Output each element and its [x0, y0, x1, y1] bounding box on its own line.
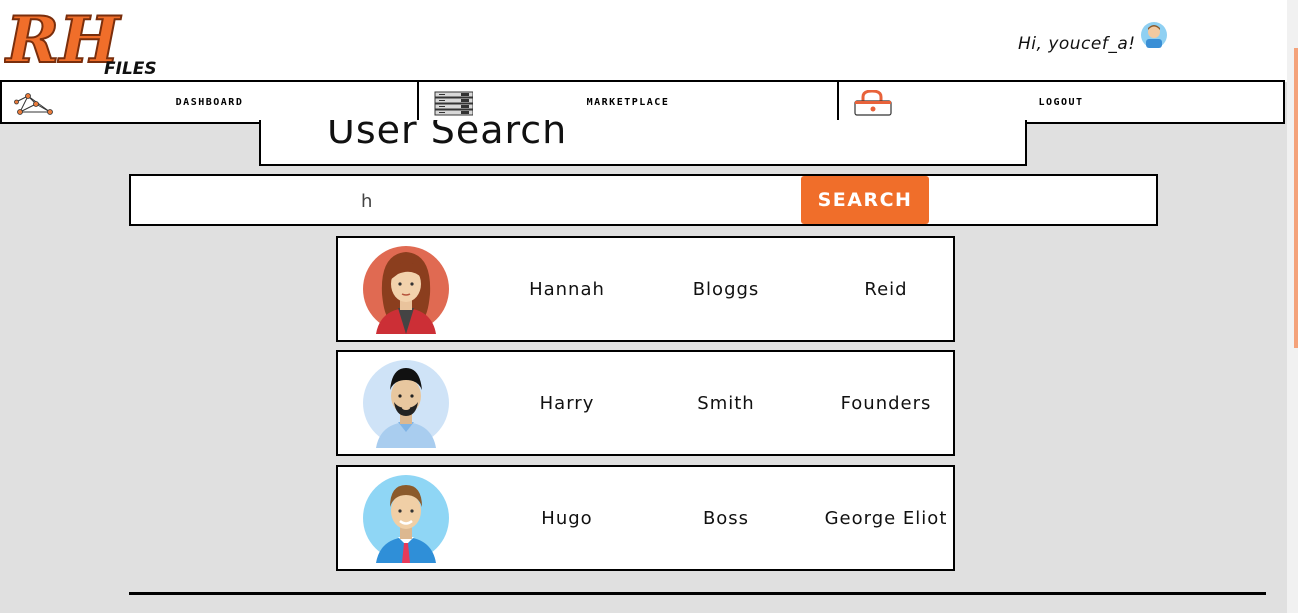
result-company: Founders [840, 392, 932, 414]
result-first-name: Hannah [529, 278, 605, 300]
nav-item-logout[interactable]: LOGOUT [839, 82, 1283, 122]
search-bar: SEARCH [129, 174, 1158, 226]
greeting-text: Hi, youcef_a! [1018, 34, 1136, 54]
nav-label-dashboard: DASHBOARD [175, 96, 244, 108]
result-first-name: Hugo [541, 507, 593, 529]
bottom-divider [129, 592, 1266, 595]
result-last-name: Bloggs [692, 278, 760, 300]
result-company: Reid [864, 278, 908, 300]
nav-item-marketplace[interactable]: MARKETPLACE [419, 82, 839, 122]
header: RH FILES Hi, youcef_a! [0, 0, 1287, 82]
server-rack-icon [434, 91, 473, 116]
search-input[interactable] [361, 186, 791, 216]
padlock-icon [854, 90, 892, 116]
nav-item-dashboard[interactable]: DASHBOARD [2, 82, 419, 122]
rh-files-logo[interactable]: RH FILES [4, 0, 164, 82]
result-row[interactable]: Hugo Boss George Eliot [336, 465, 955, 571]
man-tie-avatar-icon [363, 475, 449, 563]
main-nav: DASHBOARD MARKETPLACE LOGOUT [0, 80, 1285, 124]
page-title: User Search [327, 120, 568, 152]
result-last-name: Boss [702, 507, 750, 529]
search-button[interactable]: SEARCH [801, 176, 929, 224]
logo-sub-text: FILES [104, 59, 157, 79]
result-first-name: Harry [539, 392, 595, 414]
page-title-box: User Search [259, 120, 1027, 166]
result-row[interactable]: Hannah Bloggs Reid [336, 236, 955, 342]
result-last-name: Smith [697, 392, 755, 414]
woman-avatar-icon [363, 246, 449, 334]
result-row[interactable]: Harry Smith Founders [336, 350, 955, 456]
bearded-man-avatar-icon [363, 360, 449, 448]
result-company: George Eliot [824, 507, 948, 529]
nav-label-logout: LOGOUT [1038, 96, 1084, 108]
scrollbar-thumb[interactable] [1294, 48, 1298, 348]
network-icon [14, 93, 53, 115]
user-avatar-icon[interactable] [1140, 20, 1168, 50]
nav-label-marketplace: MARKETPLACE [586, 96, 670, 108]
